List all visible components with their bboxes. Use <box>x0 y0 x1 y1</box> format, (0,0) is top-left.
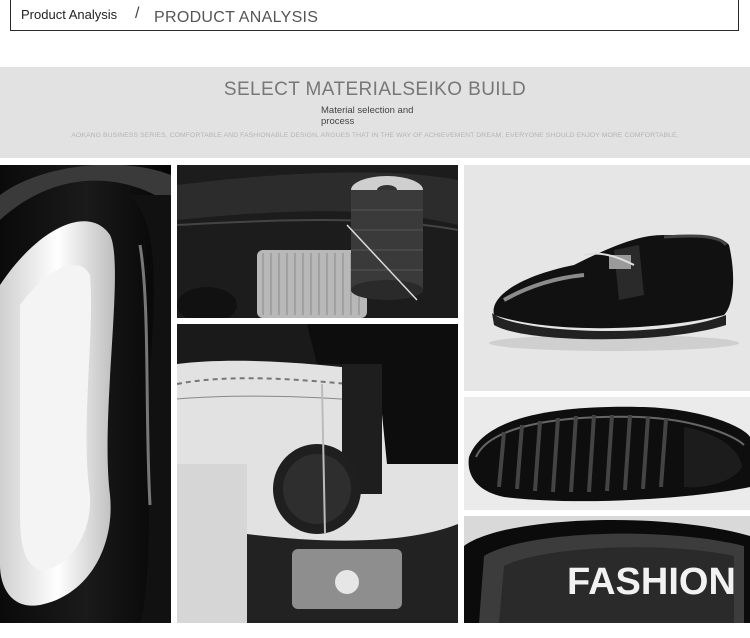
insole-fashion-image: FASHION <box>464 516 750 623</box>
banner-title: SELECT MATERIALSEIKO BUILD <box>223 79 527 100</box>
patent-leather-closeup-image <box>0 165 171 623</box>
product-analysis-header: Product Analysis / PRODUCT ANALYSIS <box>10 0 739 31</box>
banner-body-text: AOKANG BUSINESS SERIES, COMFORTABLE AND … <box>71 132 679 139</box>
material-banner: SELECT MATERIALSEIKO BUILD Material sele… <box>0 67 750 158</box>
thread-spools-image <box>177 165 458 318</box>
header-separator: / <box>135 5 140 22</box>
insole-brand-text: FASHION <box>567 561 736 603</box>
sole-tread-image <box>464 397 750 510</box>
header-label-big: PRODUCT ANALYSIS <box>154 9 319 26</box>
header-label-small: Product Analysis <box>21 7 118 22</box>
banner-subtitle: Material selection and process <box>321 105 414 127</box>
shoe-side-view-image <box>464 165 750 391</box>
sewing-machine-image <box>177 324 458 623</box>
